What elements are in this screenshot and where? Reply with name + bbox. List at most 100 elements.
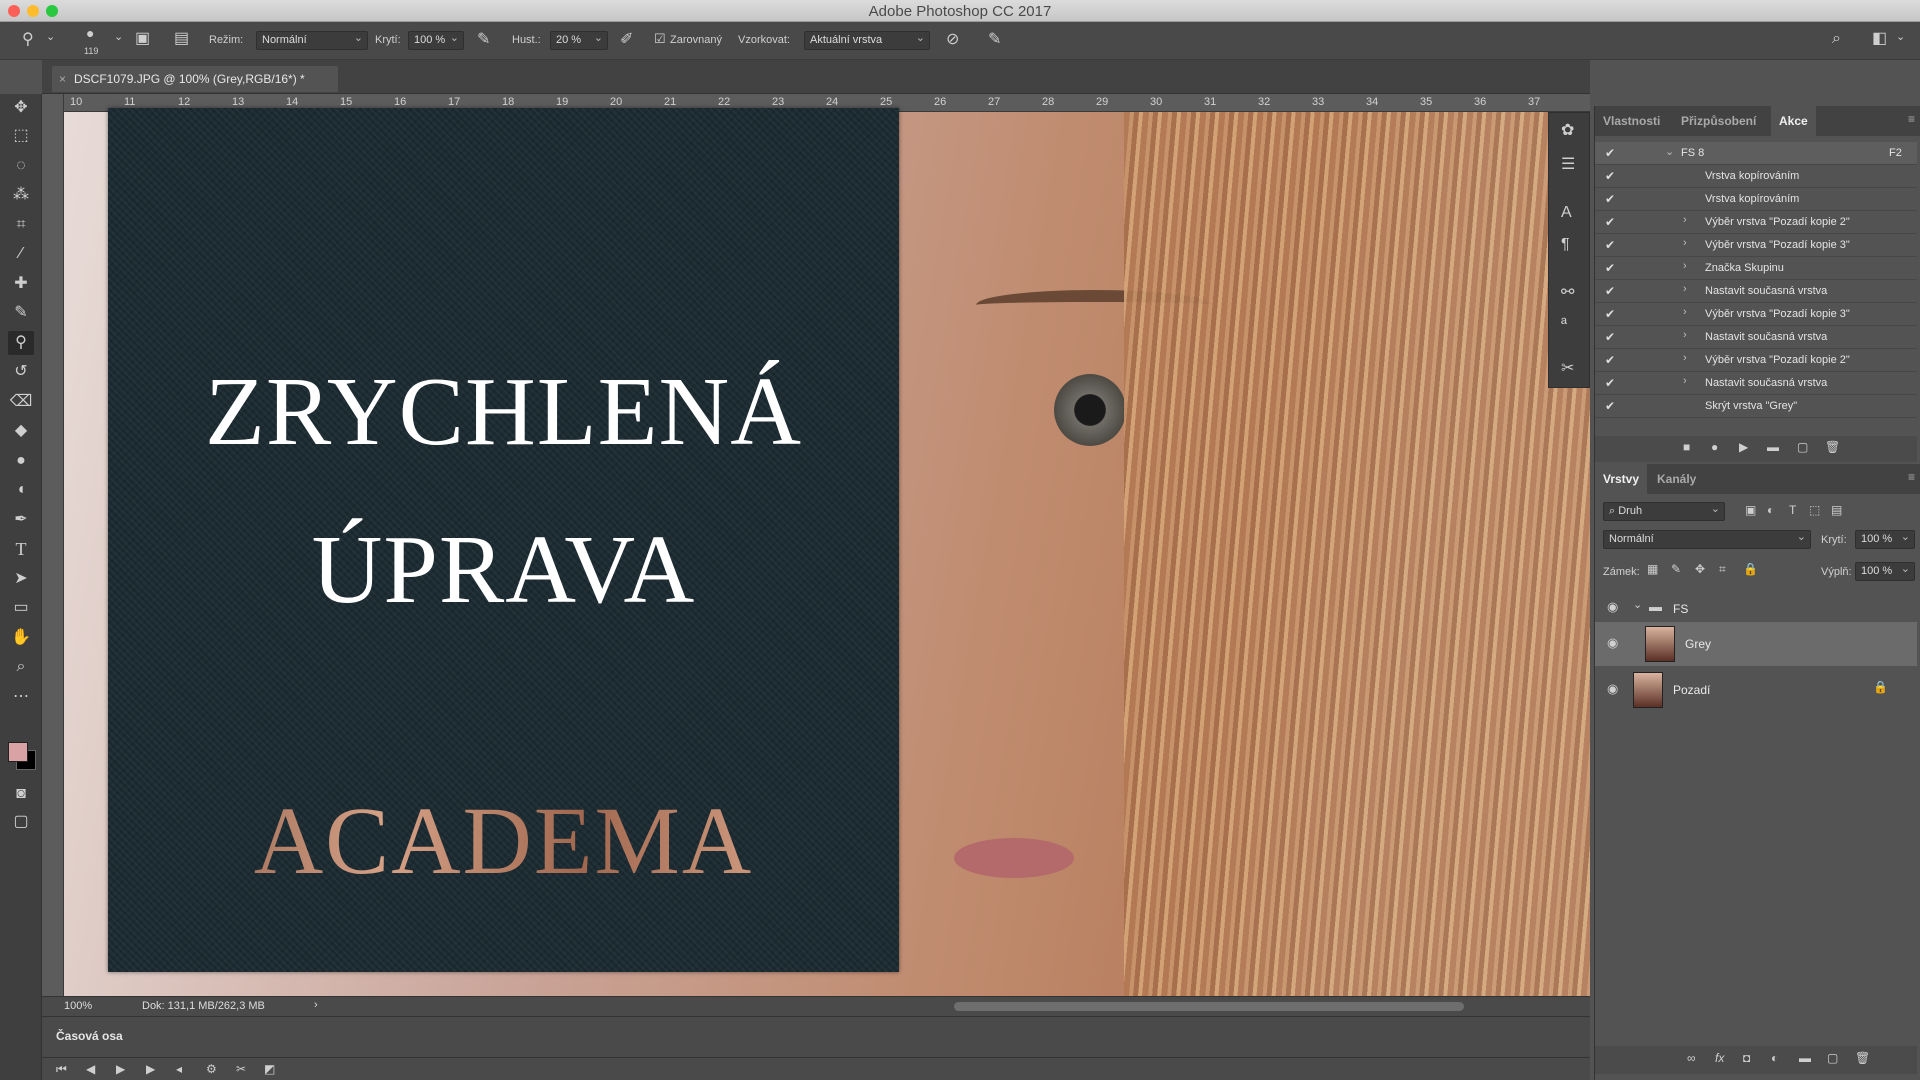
trash-icon[interactable]: 🗑 — [1825, 441, 1840, 453]
history-brush-icon[interactable]: ↺ — [8, 360, 34, 384]
fx-icon[interactable]: fx — [1715, 1052, 1724, 1064]
checkbox-checked-icon[interactable]: ☑ — [654, 32, 666, 45]
panel-menu-icon[interactable]: ≡ — [1908, 112, 1915, 126]
chevron-right-icon[interactable]: › — [1683, 214, 1687, 226]
next-frame-icon[interactable]: ▶ — [146, 1063, 155, 1075]
character-icon[interactable]: A — [1561, 205, 1572, 221]
clone-stamp-icon[interactable]: ⚲ — [22, 32, 34, 48]
ignore-adjustment-icon[interactable]: ⊘ — [946, 32, 959, 48]
first-frame-icon[interactable]: ⏮ — [56, 1063, 67, 1075]
type-icon[interactable]: T — [8, 537, 34, 561]
move-icon[interactable]: ✥ — [8, 96, 34, 120]
brush-preset-icon[interactable]: ● — [86, 26, 94, 40]
document-tab[interactable]: × DSCF1079.JPG @ 100% (Grey,RGB/16*) * — [52, 66, 338, 92]
clone-stamp-icon[interactable]: ⚲ — [8, 331, 34, 355]
screen-mode-icon[interactable]: ▢ — [8, 810, 34, 834]
layer-row-grey[interactable]: ◉ Grey — [1595, 622, 1917, 666]
check-icon[interactable]: ✔ — [1605, 284, 1615, 298]
chevron-right-icon[interactable]: › — [1683, 352, 1687, 364]
sample-select[interactable]: Aktuální vrstva — [804, 31, 930, 50]
zoom-level[interactable]: 100% — [64, 1000, 92, 1012]
action-step-row[interactable]: ✔ › Výběr vrstva "Pozadí kopie 2" — [1595, 349, 1917, 372]
rectangle-icon[interactable]: ▭ — [8, 596, 34, 620]
action-set-row[interactable]: ✔ ⌄ FS 8 F2 — [1595, 142, 1917, 165]
filter-adjustment-icon[interactable]: ◐ — [1767, 504, 1774, 516]
action-step-row[interactable]: ✔ Vrstva kopírováním — [1595, 188, 1917, 211]
lock-position-icon[interactable]: ✥ — [1695, 563, 1705, 575]
tab-channels[interactable]: Kanály — [1657, 472, 1696, 486]
eye-icon[interactable]: ◉ — [1607, 600, 1618, 613]
chevron-right-icon[interactable]: › — [314, 999, 318, 1011]
check-icon[interactable]: ✔ — [1605, 376, 1615, 390]
transition-icon[interactable]: ◩ — [264, 1063, 275, 1075]
filter-smart-icon[interactable]: ▤ — [1831, 504, 1842, 516]
blur-icon[interactable]: ● — [8, 449, 34, 473]
tab-properties[interactable]: Vlastnosti — [1603, 114, 1660, 128]
action-step-row[interactable]: ✔ › Nastavit současná vrstva — [1595, 372, 1917, 395]
new-group-icon[interactable]: ▬ — [1799, 1052, 1811, 1064]
chevron-right-icon[interactable]: › — [1683, 375, 1687, 387]
add-mask-icon[interactable]: ◘ — [1743, 1052, 1750, 1064]
mode-select[interactable]: Normální — [256, 31, 368, 50]
lock-artboard-icon[interactable]: ⌗ — [1719, 563, 1726, 575]
action-step-row[interactable]: ✔ Vrstva kopírováním — [1595, 165, 1917, 188]
new-action-icon[interactable]: ▢ — [1797, 441, 1808, 453]
quick-mask-icon[interactable]: ◙ — [8, 782, 34, 806]
close-tab-icon[interactable]: × — [59, 72, 66, 86]
blend-mode-select[interactable]: Normální — [1603, 530, 1811, 549]
action-step-row[interactable]: ✔ › Výběr vrstva "Pozadí kopie 3" — [1595, 303, 1917, 326]
airbrush-icon[interactable]: ✐ — [620, 32, 633, 48]
hand-icon[interactable]: ✋ — [8, 626, 34, 650]
quick-select-icon[interactable]: ⁂ — [8, 183, 34, 207]
pressure-size-icon[interactable]: ✎ — [988, 32, 1001, 48]
path-select-icon[interactable]: ➤ — [8, 567, 34, 591]
brush-settings-icon[interactable]: ▣ — [135, 31, 150, 47]
brush-presets-icon[interactable]: ✿ — [1561, 123, 1574, 139]
clone-source-icon[interactable]: ⚯ — [1561, 285, 1574, 301]
foreground-color-swatch[interactable] — [8, 742, 28, 762]
layer-filter-select[interactable]: ⌕ Druh — [1603, 502, 1725, 521]
healing-icon[interactable]: ✚ — [8, 272, 34, 296]
chevron-right-icon[interactable]: › — [1683, 283, 1687, 295]
check-icon[interactable]: ✔ — [1605, 399, 1615, 413]
clone-source-icon[interactable]: ▤ — [174, 31, 189, 47]
filter-type-icon[interactable]: T — [1789, 504, 1796, 516]
split-icon[interactable]: ✂ — [236, 1063, 246, 1075]
check-icon[interactable]: ✔ — [1605, 330, 1615, 344]
brush-icon[interactable]: ✎ — [8, 301, 34, 325]
check-icon[interactable]: ✔ — [1605, 169, 1615, 183]
play-icon[interactable]: ▶ — [1739, 441, 1748, 453]
trash-icon[interactable]: 🗑 — [1855, 1052, 1870, 1064]
dodge-icon[interactable]: ◖ — [8, 478, 34, 502]
tab-adjustments[interactable]: Přizpůsobení — [1681, 114, 1756, 128]
settings-icon[interactable]: ⚙ — [206, 1063, 217, 1075]
new-layer-icon[interactable]: ▢ — [1827, 1052, 1838, 1064]
new-set-icon[interactable]: ▬ — [1767, 441, 1779, 453]
pen-icon[interactable]: ✒ — [8, 508, 34, 532]
action-step-row[interactable]: ✔ › Nastavit současná vrstva — [1595, 326, 1917, 349]
tool-presets-icon[interactable]: ✂ — [1561, 361, 1574, 377]
lock-transparency-icon[interactable]: ▦ — [1647, 563, 1658, 575]
check-icon[interactable]: ✔ — [1605, 238, 1615, 252]
chevron-right-icon[interactable]: › — [1683, 306, 1687, 318]
lasso-icon[interactable]: ◌ — [8, 154, 34, 178]
action-step-row[interactable]: ✔ › Výběr vrstva "Pozadí kopie 2" — [1595, 211, 1917, 234]
eyedropper-icon[interactable]: ⁄ — [8, 242, 34, 266]
action-step-row[interactable]: ✔ Skrýt vrstva "Grey" — [1595, 395, 1917, 418]
chevron-down-icon[interactable]: ⌄ — [114, 32, 123, 43]
eraser-icon[interactable]: ⌫ — [8, 390, 34, 414]
check-icon[interactable]: ✔ — [1605, 353, 1615, 367]
chevron-right-icon[interactable]: › — [1683, 329, 1687, 341]
glyphs-icon[interactable]: ª — [1561, 317, 1567, 333]
tab-actions[interactable]: Akce — [1771, 106, 1816, 136]
more-icon[interactable]: ⋯ — [8, 685, 34, 709]
horizontal-scrollbar[interactable] — [954, 1002, 1464, 1011]
fill-input[interactable]: 100 % — [1855, 562, 1915, 581]
workspace-icon[interactable]: ◧ — [1872, 31, 1887, 47]
check-icon[interactable]: ✔ — [1605, 261, 1615, 275]
action-step-row[interactable]: ✔ › Nastavit současná vrstva — [1595, 280, 1917, 303]
play-icon[interactable]: ▶ — [116, 1063, 125, 1075]
check-icon[interactable]: ✔ — [1605, 215, 1615, 229]
stop-icon[interactable]: ■ — [1683, 441, 1690, 453]
layer-group-row[interactable]: ◉ ⌄ ▬ FS — [1595, 594, 1917, 622]
